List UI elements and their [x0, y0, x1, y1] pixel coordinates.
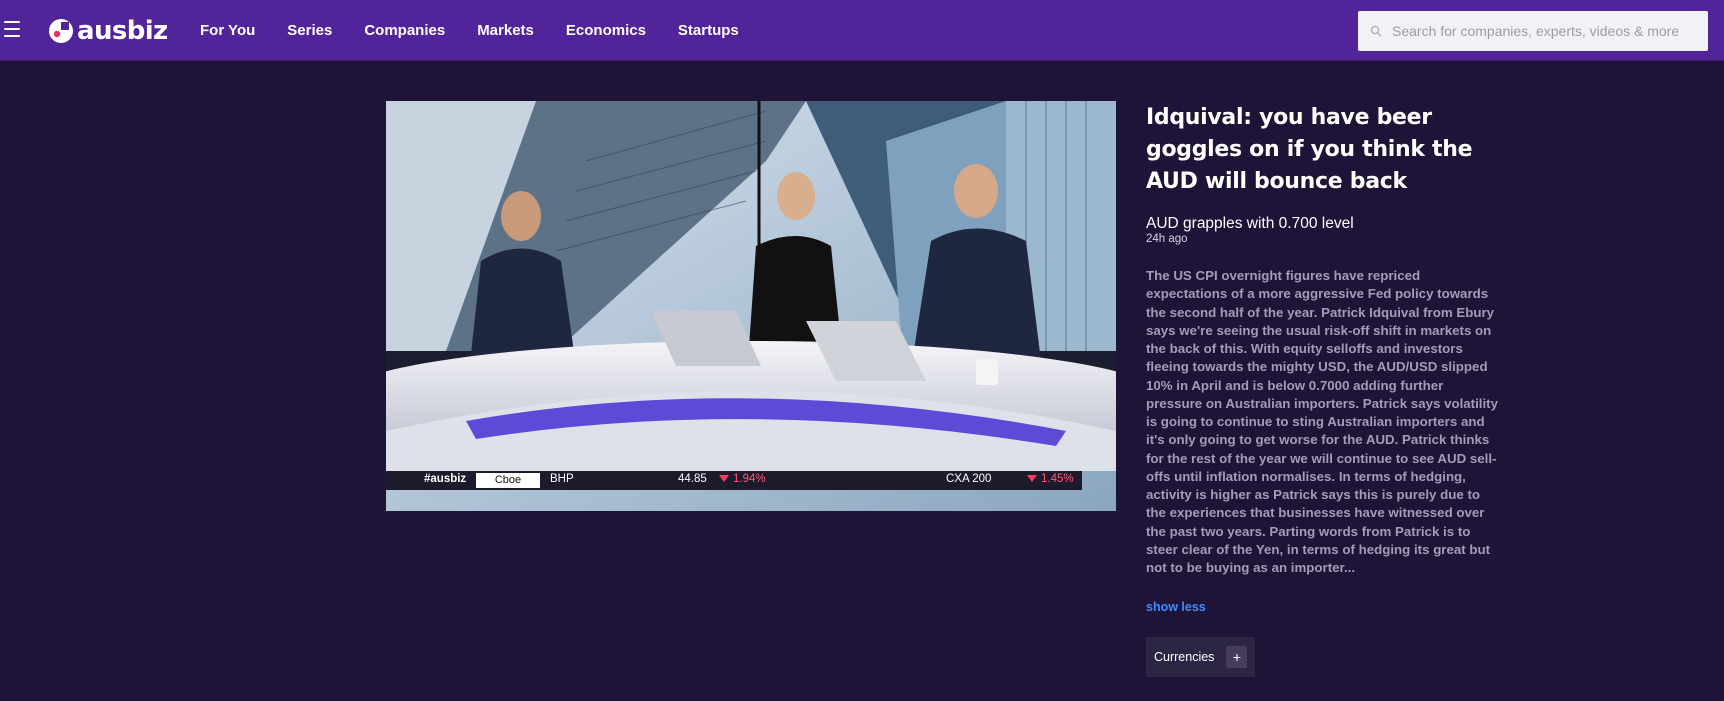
- ausbiz-logo-icon: [49, 19, 73, 43]
- ticker-hashtag: #ausbiz: [424, 473, 467, 485]
- article-panel: Idquival: you have beer goggles on if yo…: [1146, 102, 1500, 678]
- nav-markets[interactable]: Markets: [477, 22, 534, 39]
- tag-label: Currencies: [1154, 650, 1215, 665]
- down-arrow-icon: [719, 475, 729, 482]
- article-title: Idquival: you have beer goggles on if yo…: [1146, 105, 1473, 194]
- tag-chip-currencies[interactable]: Currencies +: [1146, 637, 1256, 678]
- nav-for-you[interactable]: For You: [200, 22, 255, 39]
- article-subtitle: AUD grapples with 0.700 level: [1146, 215, 1354, 232]
- top-navbar: ausbiz For You Series Companies Markets …: [0, 0, 1724, 61]
- search-icon: [1370, 25, 1382, 37]
- show-less-link[interactable]: show less: [1146, 600, 1206, 614]
- nav-series[interactable]: Series: [287, 22, 332, 39]
- ticker-index-change: 1.45%: [1027, 473, 1074, 485]
- ticker-symbol: BHP: [550, 473, 574, 485]
- article-summary: The US CPI overnight figures have repric…: [1146, 268, 1499, 575]
- menu-icon[interactable]: [4, 21, 20, 39]
- video-player[interactable]: #ausbiz Cboe BHP 44.85 1.94% CXA 200 1.4…: [386, 101, 1116, 511]
- ticker-price: 44.85: [678, 473, 707, 485]
- video-frame-image: [386, 101, 1116, 511]
- ticker-change: 1.94%: [719, 473, 766, 485]
- article-timestamp: 24h ago: [1146, 233, 1188, 245]
- ticker-index: CXA 200: [946, 473, 992, 485]
- market-ticker: #ausbiz Cboe BHP 44.85 1.94% CXA 200 1.4…: [386, 471, 1082, 490]
- ticker-index-change-value: 1.45%: [1041, 473, 1074, 485]
- brand-name: ausbiz: [77, 16, 168, 46]
- search-input[interactable]: [1392, 23, 1702, 39]
- add-tag-button[interactable]: +: [1226, 646, 1248, 669]
- exchange-badge: Cboe: [476, 473, 540, 488]
- main-nav: For You Series Companies Markets Economi…: [200, 0, 771, 61]
- nav-startups[interactable]: Startups: [678, 22, 739, 39]
- brand-logo[interactable]: ausbiz: [48, 15, 168, 47]
- nav-companies[interactable]: Companies: [364, 22, 445, 39]
- nav-economics[interactable]: Economics: [566, 22, 646, 39]
- search-box: [1358, 11, 1708, 51]
- ticker-change-value: 1.94%: [733, 473, 766, 485]
- down-arrow-icon: [1027, 475, 1037, 482]
